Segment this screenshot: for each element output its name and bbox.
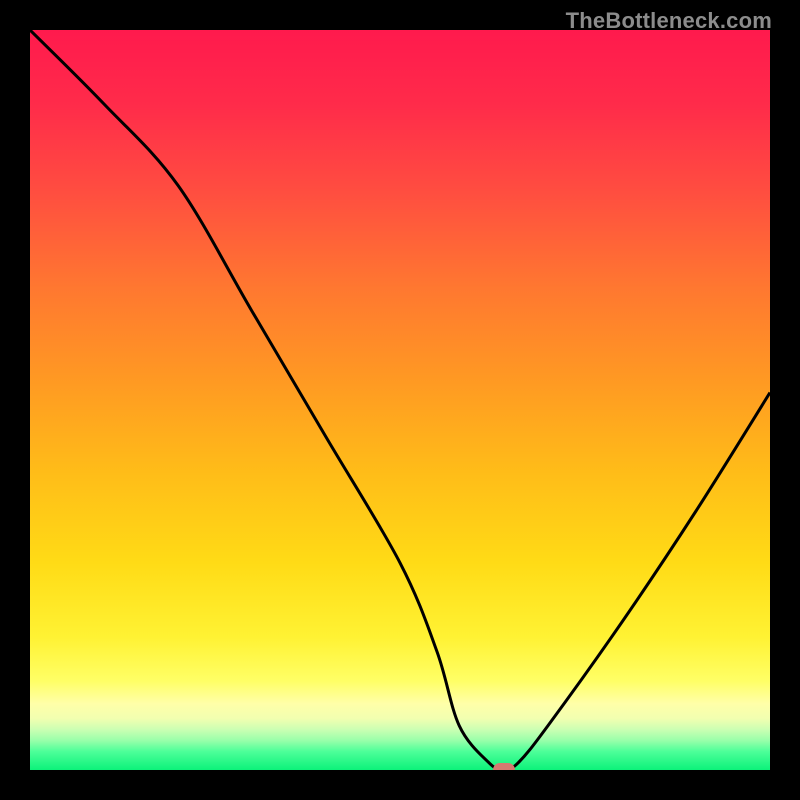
bottleneck-chart: TheBottleneck.com (0, 0, 800, 800)
curve-svg (30, 30, 770, 770)
frame-bottom (0, 770, 800, 800)
plot-area (30, 30, 770, 770)
frame-left (0, 0, 30, 800)
bottleneck-curve-path (30, 30, 770, 770)
frame-right (770, 0, 800, 800)
watermark-text: TheBottleneck.com (566, 8, 772, 34)
